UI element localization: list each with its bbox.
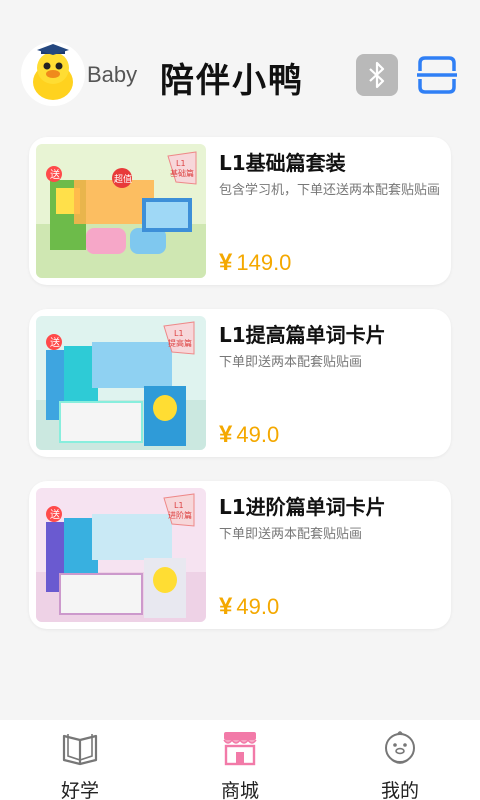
currency-symbol: ¥	[219, 249, 233, 276]
product-title: L1基础篇套装	[219, 151, 346, 175]
scan-icon	[417, 56, 457, 94]
gift-tag: 送	[50, 168, 60, 181]
profile-icon	[385, 731, 415, 764]
book-icon	[62, 734, 98, 766]
product-card[interactable]: 送 超值 L1 基础篇 L1基础篇套装 包含学习机，下单还送两本配套贴贴画 ¥1…	[29, 137, 451, 285]
product-description: 包含学习机，下单还送两本配套贴贴画	[219, 183, 441, 198]
level-badge-text: 进阶篇	[168, 510, 192, 520]
bluetooth-button[interactable]	[356, 54, 398, 96]
page: Baby 陪伴小鸭 送 超值 L1 基础篇 L1基础篇套装 包含学习机，下单还送…	[0, 0, 480, 800]
price-value: 149.0	[236, 250, 292, 275]
product-price: ¥49.0	[219, 421, 279, 449]
product-title: L1提高篇单词卡片	[219, 323, 386, 347]
product-card[interactable]: 送 L1 进阶篇 L1进阶篇单词卡片 下单即送两本配套贴贴画 ¥49.0	[29, 481, 451, 629]
gift-tag: 送	[50, 336, 60, 349]
app-title: 陪伴小鸭	[160, 61, 304, 101]
product-card[interactable]: 送 L1 提高篇 L1提高篇单词卡片 下单即送两本配套贴贴画 ¥49.0	[29, 309, 451, 457]
nav-item-study[interactable]: 好学	[0, 720, 160, 800]
duck-avatar-icon[interactable]	[21, 42, 85, 106]
product-price: ¥49.0	[219, 593, 279, 621]
scan-button[interactable]	[416, 54, 458, 96]
product-description: 下单即送两本配套贴贴画	[219, 527, 363, 542]
product-image: 送 L1 提高篇	[36, 316, 206, 450]
product-description: 下单即送两本配套贴贴画	[219, 355, 363, 370]
nav-item-profile[interactable]: 我的	[320, 720, 480, 800]
header: Baby 陪伴小鸭	[0, 0, 480, 120]
nav-item-shop[interactable]: 商城	[160, 720, 320, 800]
level-badge: L1	[176, 159, 186, 168]
bottom-nav: 好学 商城 我的	[0, 720, 480, 800]
price-value: 49.0	[236, 594, 280, 619]
currency-symbol: ¥	[219, 593, 233, 620]
bluetooth-icon	[369, 61, 385, 89]
nav-label-shop: 商城	[220, 780, 259, 800]
promo-tag: 超值	[114, 173, 132, 185]
level-badge-text: 基础篇	[170, 168, 194, 178]
level-badge: L1	[174, 501, 184, 510]
product-image: 送 超值 L1 基础篇	[36, 144, 206, 278]
price-value: 49.0	[236, 422, 280, 447]
product-image: 送 L1 进阶篇	[36, 488, 206, 622]
gift-tag: 送	[50, 508, 60, 521]
nav-label-profile: 我的	[380, 780, 419, 800]
nav-label-study: 好学	[60, 780, 99, 800]
currency-symbol: ¥	[219, 421, 233, 448]
level-badge: L1	[174, 329, 184, 338]
baby-label: Baby	[87, 62, 138, 87]
shop-icon	[223, 732, 257, 766]
product-title: L1进阶篇单词卡片	[219, 495, 386, 519]
level-badge-text: 提高篇	[168, 338, 192, 348]
product-price: ¥149.0	[219, 249, 291, 277]
